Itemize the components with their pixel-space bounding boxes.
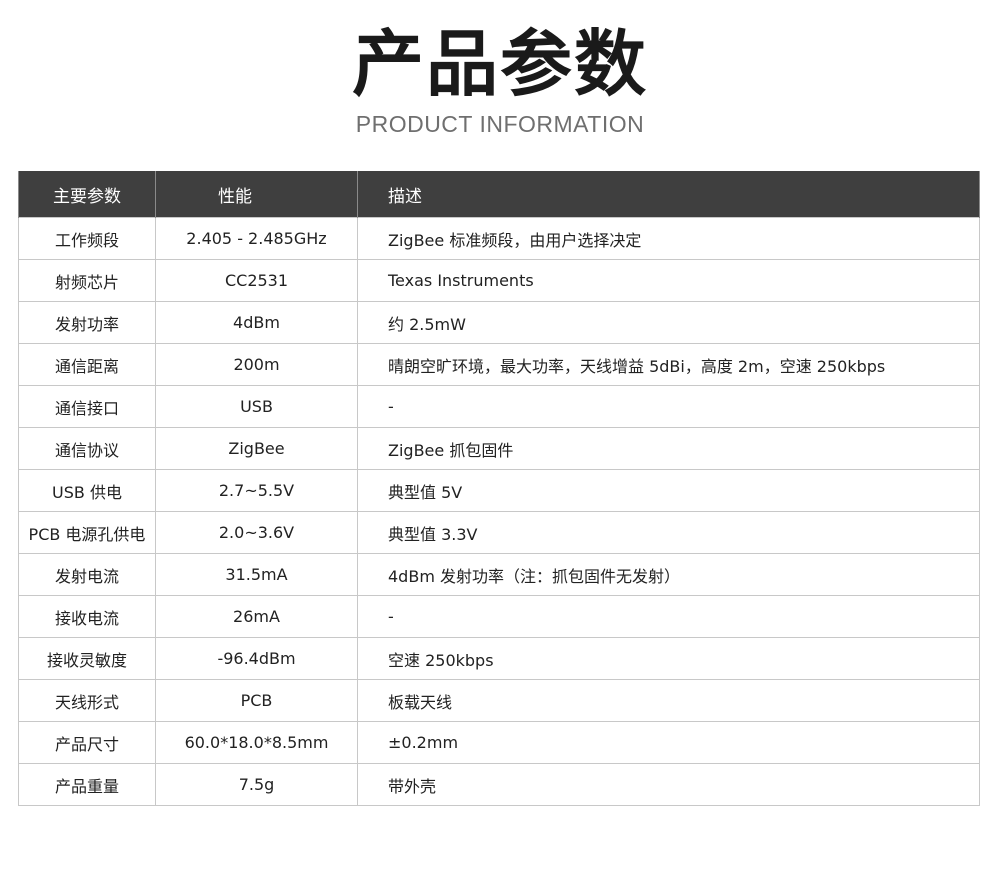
param-cell: 产品重量 — [18, 763, 156, 806]
description-cell: 板载天线 — [357, 679, 980, 722]
description-cell: - — [357, 595, 980, 638]
performance-cell: 4dBm — [155, 301, 358, 344]
description-cell: 晴朗空旷环境，最大功率，天线增益 5dBi，高度 2m，空速 250kbps — [357, 343, 980, 386]
table-row: 通信接口 USB - — [18, 385, 980, 428]
table-row: USB 供电 2.7~5.5V 典型值 5V — [18, 469, 980, 512]
description-cell: 带外壳 — [357, 763, 980, 806]
page-title: 产品参数 — [351, 22, 648, 106]
performance-cell: 26mA — [155, 595, 358, 638]
param-cell: 接收电流 — [18, 595, 156, 638]
description-cell: 典型值 3.3V — [357, 511, 980, 554]
performance-cell: 2.0~3.6V — [155, 511, 358, 554]
table-row: 发射电流 31.5mA 4dBm 发射功率（注：抓包固件无发射） — [18, 553, 980, 596]
description-cell: 空速 250kbps — [357, 637, 980, 680]
description-cell: ±0.2mm — [357, 721, 980, 764]
performance-cell: PCB — [155, 679, 358, 722]
param-cell: 天线形式 — [18, 679, 156, 722]
param-cell: 射频芯片 — [18, 259, 156, 302]
column-header-performance: 性能 — [155, 171, 358, 218]
performance-cell: 2.405 - 2.485GHz — [155, 217, 358, 260]
table-row: PCB 电源孔供电 2.0~3.6V 典型值 3.3V — [18, 511, 980, 554]
description-cell: 典型值 5V — [357, 469, 980, 512]
performance-cell: -96.4dBm — [155, 637, 358, 680]
table-header-row: 主要参数 性能 描述 — [18, 171, 980, 218]
description-cell: 约 2.5mW — [357, 301, 980, 344]
column-header-param: 主要参数 — [18, 171, 156, 218]
table-header: 主要参数 性能 描述 — [18, 171, 980, 218]
spec-table: 主要参数 性能 描述 工作频段 2.405 - 2.485GHz ZigBee … — [18, 171, 980, 806]
table-row: 通信距离 200m 晴朗空旷环境，最大功率，天线增益 5dBi，高度 2m，空速… — [18, 343, 980, 386]
performance-cell: 200m — [155, 343, 358, 386]
table-row: 接收灵敏度 -96.4dBm 空速 250kbps — [18, 637, 980, 680]
table-body: 工作频段 2.405 - 2.485GHz ZigBee 标准频段，由用户选择决… — [18, 217, 980, 806]
performance-cell: 7.5g — [155, 763, 358, 806]
description-cell: - — [357, 385, 980, 428]
table-row: 射频芯片 CC2531 Texas Instruments — [18, 259, 980, 302]
param-cell: 产品尺寸 — [18, 721, 156, 764]
param-cell: 接收灵敏度 — [18, 637, 156, 680]
performance-cell: USB — [155, 385, 358, 428]
param-cell: 发射电流 — [18, 553, 156, 596]
param-cell: 通信距离 — [18, 343, 156, 386]
description-cell: Texas Instruments — [357, 259, 980, 302]
performance-cell: ZigBee — [155, 427, 358, 470]
description-cell: ZigBee 标准频段，由用户选择决定 — [357, 217, 980, 260]
table-row: 接收电流 26mA - — [18, 595, 980, 638]
param-cell: 通信协议 — [18, 427, 156, 470]
table-row: 产品尺寸 60.0*18.0*8.5mm ±0.2mm — [18, 721, 980, 764]
param-cell: 通信接口 — [18, 385, 156, 428]
table-row: 通信协议 ZigBee ZigBee 抓包固件 — [18, 427, 980, 470]
param-cell: 发射功率 — [18, 301, 156, 344]
performance-cell: 31.5mA — [155, 553, 358, 596]
table-row: 产品重量 7.5g 带外壳 — [18, 763, 980, 806]
table-row: 天线形式 PCB 板载天线 — [18, 679, 980, 722]
description-cell: 4dBm 发射功率（注：抓包固件无发射） — [357, 553, 980, 596]
performance-cell: CC2531 — [155, 259, 358, 302]
page-subtitle: PRODUCT INFORMATION — [355, 111, 645, 137]
param-cell: USB 供电 — [18, 469, 156, 512]
table-row: 工作频段 2.405 - 2.485GHz ZigBee 标准频段，由用户选择决… — [18, 217, 980, 260]
param-cell: PCB 电源孔供电 — [18, 511, 156, 554]
performance-cell: 60.0*18.0*8.5mm — [155, 721, 358, 764]
param-cell: 工作频段 — [18, 217, 156, 260]
description-cell: ZigBee 抓包固件 — [357, 427, 980, 470]
performance-cell: 2.7~5.5V — [155, 469, 358, 512]
column-header-description: 描述 — [357, 171, 980, 218]
table-row: 发射功率 4dBm 约 2.5mW — [18, 301, 980, 344]
